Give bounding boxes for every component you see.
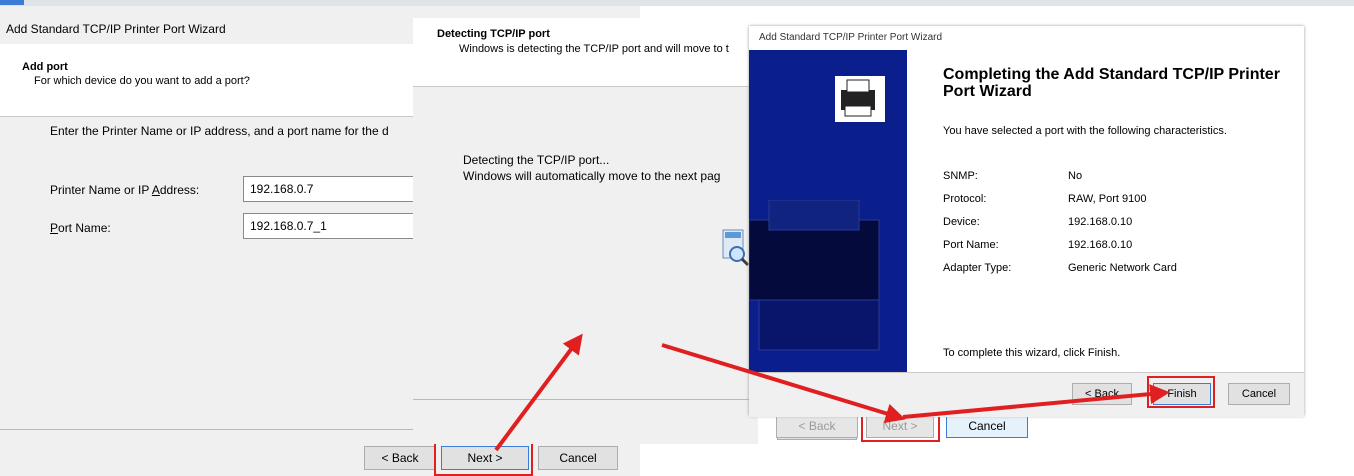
red-arrow <box>902 384 1170 419</box>
annotation-arrows <box>494 333 1170 452</box>
red-arrow <box>661 343 906 424</box>
red-arrow <box>494 333 583 452</box>
